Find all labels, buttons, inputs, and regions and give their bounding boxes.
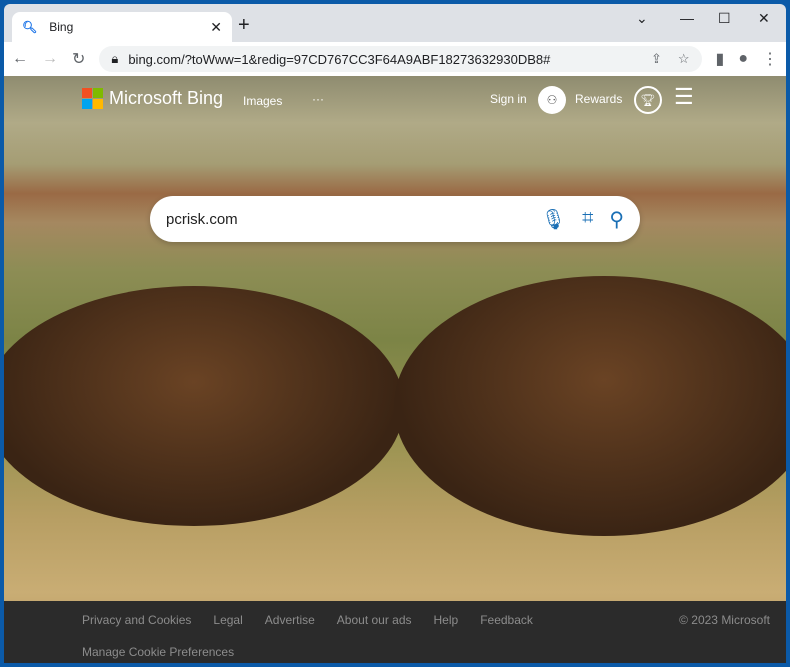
maximize-button[interactable]: ☐: [718, 10, 731, 27]
url-text: bing.com/?toWww=1&redig=97CD767CC3F64A9A…: [128, 51, 551, 67]
bing-logo[interactable]: Microsoft Bing: [82, 88, 223, 109]
forward-icon[interactable]: →: [42, 50, 58, 68]
search-box[interactable]: pcrisk.com 🎙︎ ⌗ ⚲: [150, 196, 640, 242]
address-bar[interactable]: 🔒︎ bing.com/?toWww=1&redig=97CD767CC3F64…: [99, 46, 702, 72]
footer-link[interactable]: About our ads: [337, 613, 412, 627]
trophy-icon: 🏆︎: [633, 86, 662, 114]
microsoft-logo-icon: [82, 88, 103, 109]
footer-link[interactable]: Privacy and Cookies: [82, 613, 191, 627]
search-input[interactable]: pcrisk.com: [166, 211, 238, 228]
lock-icon: 🔒︎: [111, 51, 119, 66]
rewards-button[interactable]: Rewards 🏆︎: [575, 86, 662, 114]
close-tab-icon[interactable]: ✕: [210, 19, 222, 36]
visual-search-icon[interactable]: ⌗: [582, 207, 593, 232]
nav-images[interactable]: Images: [243, 94, 282, 108]
profile-icon[interactable]: ●: [738, 50, 748, 68]
microphone-icon[interactable]: 🎙︎: [541, 207, 566, 232]
reload-icon[interactable]: ↻: [72, 49, 85, 69]
tab-bar: 🔍︎ Bing ✕ + ⌄ — ☐ ✕: [4, 4, 786, 42]
tab-bing[interactable]: 🔍︎ Bing ✕: [12, 12, 232, 42]
rewards-label: Rewards: [575, 92, 623, 107]
user-icon: ⚇: [538, 86, 567, 114]
background-image: [4, 286, 404, 526]
brand-text: Microsoft Bing: [109, 88, 224, 108]
bing-page: Microsoft Bing Images ··· Sign in ⚇ Rewa…: [4, 76, 786, 663]
sign-in-label: Sign in: [490, 92, 527, 107]
search-icon: 🔍︎: [22, 20, 38, 34]
footer-link[interactable]: Advertise: [265, 613, 315, 627]
sidepanel-icon[interactable]: ▮: [716, 49, 725, 69]
new-tab-button[interactable]: +: [238, 14, 250, 37]
menu-icon[interactable]: ⋮: [762, 49, 778, 69]
sign-in-button[interactable]: Sign in ⚇: [490, 86, 567, 114]
manage-cookie-link[interactable]: Manage Cookie Preferences: [82, 645, 234, 659]
browser-window: 🔍︎ Bing ✕ + ⌄ — ☐ ✕ ← → ↻ 🔒︎ bing.com/?t…: [4, 4, 786, 663]
close-window-button[interactable]: ✕: [758, 10, 770, 27]
bing-header: Microsoft Bing Images ··· Sign in ⚇ Rewa…: [4, 84, 786, 114]
hamburger-menu-icon[interactable]: ☰: [674, 84, 694, 110]
star-icon[interactable]: ☆: [678, 51, 690, 67]
copyright: © 2023 Microsoft: [679, 613, 770, 627]
toolbar: ← → ↻ 🔒︎ bing.com/?toWww=1&redig=97CD767…: [4, 42, 786, 76]
minimize-button[interactable]: —: [680, 10, 694, 26]
tab-search-icon[interactable]: ⌄: [636, 10, 648, 27]
footer-link[interactable]: Feedback: [480, 613, 533, 627]
footer: Privacy and Cookies Legal Advertise Abou…: [4, 601, 786, 663]
back-icon[interactable]: ←: [12, 50, 28, 68]
share-icon[interactable]: ⇪: [651, 51, 662, 67]
footer-link[interactable]: Legal: [213, 613, 242, 627]
tab-title: Bing: [49, 20, 74, 34]
search-icon[interactable]: ⚲: [609, 207, 624, 232]
footer-link[interactable]: Help: [434, 613, 459, 627]
nav-more[interactable]: ···: [312, 92, 324, 106]
background-image-2: [394, 276, 786, 536]
